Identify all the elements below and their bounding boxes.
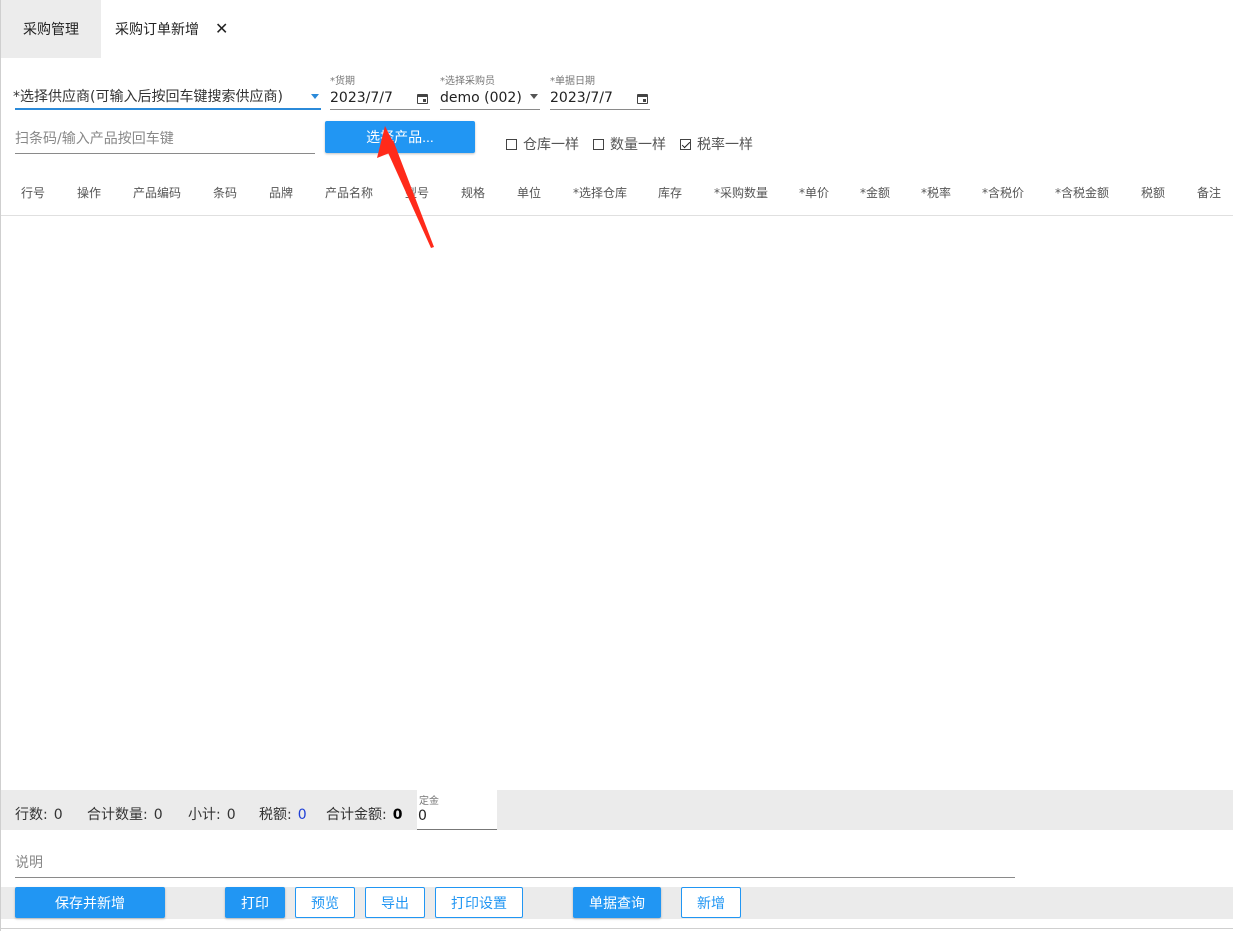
supplier-select-value: *选择供应商(可输入后按回车键搜索供应商) — [13, 89, 283, 105]
calendar-icon[interactable] — [637, 94, 648, 104]
row-count-label: 行数: — [15, 807, 48, 823]
deposit-label: 定金 — [419, 796, 439, 807]
column-header[interactable]: *含税金额 — [1055, 168, 1109, 216]
column-header[interactable]: 产品名称 — [325, 168, 373, 216]
chevron-down-icon — [311, 94, 319, 99]
field-underline — [15, 108, 321, 110]
total-amount-value: 0 — [392, 807, 403, 823]
column-header[interactable]: *税率 — [921, 168, 951, 216]
new-button[interactable]: 新增 — [681, 887, 741, 918]
app-window: 采购管理 采购订单新增 ✕ *选择供应商(可输入后按回车键搜索供应商) *货期 … — [0, 0, 1233, 931]
print-button[interactable]: 打印 — [225, 887, 285, 918]
field-underline — [550, 109, 650, 110]
delivery-date-field[interactable]: *货期 2023/7/7 — [330, 72, 430, 110]
column-header[interactable]: 备注 — [1197, 168, 1221, 216]
delivery-date-value: 2023/7/7 — [330, 90, 393, 106]
buyer-value: demo (002) — [440, 90, 522, 106]
field-underline — [330, 109, 430, 110]
total-quantity-label: 合计数量: — [87, 807, 148, 823]
export-button[interactable]: 导出 — [365, 887, 425, 918]
checkbox-label: 税率一样 — [697, 137, 753, 153]
tab-purchase-management[interactable]: 采购管理 — [1, 0, 101, 58]
subtotal-label: 小计: — [188, 807, 221, 823]
column-header[interactable]: *选择仓库 — [573, 168, 627, 216]
chevron-down-icon — [530, 94, 538, 99]
subtotal-value: 0 — [226, 807, 236, 823]
close-icon[interactable]: ✕ — [215, 21, 228, 37]
column-header[interactable]: 操作 — [77, 168, 101, 216]
column-header[interactable]: 单位 — [517, 168, 541, 216]
document-query-button[interactable]: 单据查询 — [573, 887, 661, 918]
checkbox-label: 仓库一样 — [523, 137, 579, 153]
print-settings-button[interactable]: 打印设置 — [435, 887, 523, 918]
row-count-value: 0 — [53, 807, 63, 823]
checkbox-icon — [593, 138, 604, 150]
same-options-group: 仓库一样 数量一样 税率一样 — [506, 134, 753, 154]
bottom-divider — [1, 928, 1233, 929]
tab-label: 采购管理 — [23, 22, 79, 38]
deposit-field[interactable]: 定金 — [417, 790, 497, 830]
preview-button[interactable]: 预览 — [295, 887, 355, 918]
deposit-input[interactable] — [418, 808, 494, 824]
table-header: 行号 操作 产品编码 条码 品牌 产品名称 型号 规格 单位 *选择仓库 库存 … — [1, 168, 1233, 216]
bottom-toolbar: 保存并新增 打印 预览 导出 打印设置 单据查询 新增 — [1, 887, 1233, 919]
total-amount-label: 合计金额: — [326, 807, 387, 823]
column-header[interactable]: *单价 — [799, 168, 829, 216]
column-header[interactable]: 税额 — [1141, 168, 1165, 216]
document-date-label: *单据日期 — [550, 76, 595, 87]
checkbox-same-warehouse[interactable]: 仓库一样 — [506, 134, 579, 154]
buyer-label: *选择采购员 — [440, 76, 495, 87]
column-header[interactable]: *含税价 — [982, 168, 1024, 216]
summary-bar: 行数: 0 合计数量: 0 小计: 0 税额: 0 合计金额: 0 定金 — [1, 790, 1233, 830]
column-header[interactable]: 规格 — [461, 168, 485, 216]
checkbox-same-quantity[interactable]: 数量一样 — [593, 134, 666, 154]
tab-label: 采购订单新增 — [115, 22, 199, 38]
tax-amount: 税额: 0 — [259, 804, 307, 824]
tab-bar: 采购管理 采购订单新增 ✕ — [1, 0, 1233, 58]
column-header[interactable]: 条码 — [213, 168, 237, 216]
description-input[interactable] — [15, 848, 1015, 878]
column-header[interactable]: 品牌 — [269, 168, 293, 216]
field-underline — [440, 109, 540, 110]
document-date-value: 2023/7/7 — [550, 90, 613, 106]
column-header[interactable]: *采购数量 — [714, 168, 768, 216]
barcode-scan-input[interactable] — [15, 124, 315, 154]
row-count: 行数: 0 — [15, 804, 63, 824]
supplier-select[interactable]: *选择供应商(可输入后按回车键搜索供应商) — [13, 80, 321, 110]
total-quantity: 合计数量: 0 — [87, 804, 163, 824]
column-header[interactable]: *金额 — [860, 168, 890, 216]
annotation-arrow-icon — [377, 126, 434, 248]
save-and-new-button[interactable]: 保存并新增 — [15, 887, 165, 918]
checkbox-same-tax-rate[interactable]: 税率一样 — [680, 134, 753, 154]
checkbox-checked-icon — [680, 138, 691, 150]
buyer-select[interactable]: *选择采购员 demo (002) — [440, 72, 540, 110]
column-header[interactable]: 行号 — [21, 168, 45, 216]
checkbox-label: 数量一样 — [610, 137, 666, 153]
total-quantity-value: 0 — [153, 807, 163, 823]
tab-purchase-order-new[interactable]: 采购订单新增 ✕ — [101, 0, 261, 58]
column-header[interactable]: 产品编码 — [133, 168, 181, 216]
total-amount: 合计金额: 0 — [326, 804, 402, 824]
column-header[interactable]: 库存 — [658, 168, 682, 216]
checkbox-icon — [506, 138, 517, 150]
subtotal: 小计: 0 — [188, 804, 236, 824]
tax-amount-value: 0 — [297, 807, 307, 823]
delivery-date-label: *货期 — [330, 76, 355, 87]
table-body — [1, 216, 1233, 790]
tax-amount-label: 税额: — [259, 807, 292, 823]
calendar-icon[interactable] — [417, 94, 428, 104]
document-date-field[interactable]: *单据日期 2023/7/7 — [550, 72, 650, 110]
